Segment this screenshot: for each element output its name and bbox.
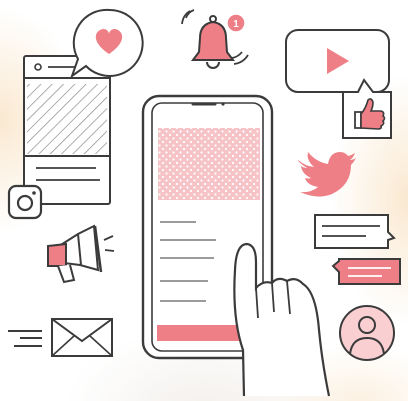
notification-count: 1	[233, 19, 239, 30]
chat-bubble-icon	[314, 214, 396, 249]
social-media-illustration: 1	[7, 8, 401, 397]
user-avatar-icon	[339, 305, 395, 361]
megaphone-icon	[47, 224, 115, 284]
youtube-play-icon	[285, 29, 390, 93]
browser-window	[23, 55, 111, 205]
instagram-camera-icon	[7, 184, 43, 220]
phone-media-area	[158, 128, 260, 200]
heart-icon	[70, 8, 144, 79]
notification-badge: 1	[226, 13, 246, 33]
image-placeholder	[27, 84, 107, 154]
message-bubble-icon	[331, 258, 401, 285]
twitter-bird-icon	[298, 152, 356, 197]
mail-icon	[8, 318, 113, 357]
hand-icon	[233, 242, 331, 397]
